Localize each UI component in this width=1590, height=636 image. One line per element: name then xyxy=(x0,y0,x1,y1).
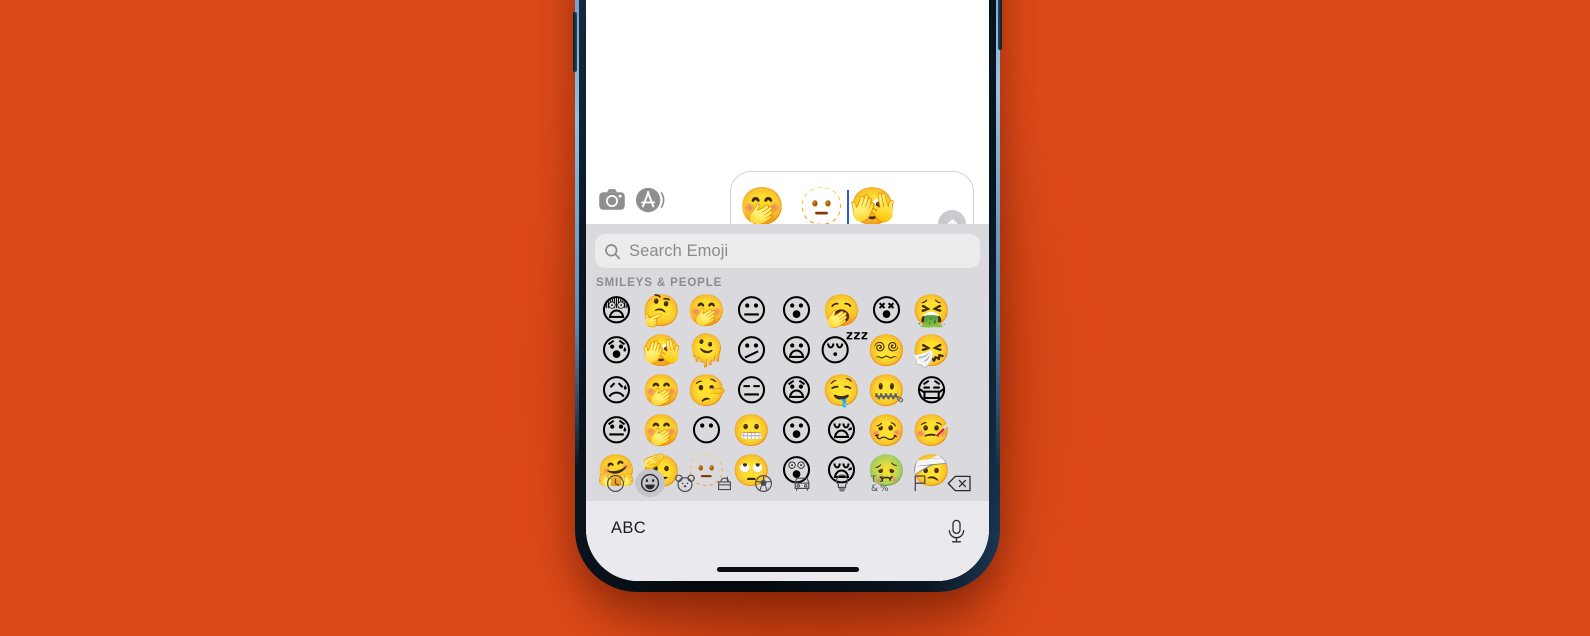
app-store-button[interactable] xyxy=(635,185,665,215)
emoji-button[interactable]: 😑 xyxy=(729,375,774,407)
device-right-rail xyxy=(996,0,1000,482)
composed-emoji-before-caret: 🤭 🫥 xyxy=(739,185,846,229)
emoji-section-header: SMILEYS & PEOPLE xyxy=(596,277,723,289)
device-left-rail xyxy=(575,0,579,482)
emoji-button[interactable]: 😪 xyxy=(819,415,864,447)
device-screen: 🤭 🫥 🫣 Search Emoji SMILEYS & PEOPLE 😨 🤔 … xyxy=(586,0,989,581)
lightbulb-icon xyxy=(835,474,848,492)
clock-icon xyxy=(607,474,625,492)
search-icon xyxy=(605,243,621,259)
emoji-category-bar: T ♪ & % xyxy=(586,465,989,501)
emoji-button[interactable]: 🤮 xyxy=(909,295,954,327)
emoji-keyboard: Search Emoji SMILEYS & PEOPLE 😨 🤔 🤭 😐 😮 … xyxy=(586,224,989,581)
category-flags[interactable] xyxy=(901,469,940,497)
emoji-button[interactable]: 😵‍💫 xyxy=(864,335,909,367)
svg-text:&: & xyxy=(871,484,878,493)
composed-emoji-after-caret: 🫣 xyxy=(849,185,897,229)
soccer-ball-icon xyxy=(754,474,772,492)
category-recent[interactable] xyxy=(596,469,635,497)
category-food-and-drink[interactable] xyxy=(704,469,743,497)
emoji-button[interactable]: 😧 xyxy=(774,375,819,407)
emoji-button[interactable]: 🤧 xyxy=(909,335,954,367)
category-objects[interactable] xyxy=(822,469,861,497)
emoji-button[interactable]: 😶 xyxy=(684,415,729,447)
backspace-icon xyxy=(947,475,971,491)
app-store-icon xyxy=(635,187,665,213)
emoji-button[interactable]: 😬 xyxy=(729,415,774,447)
emoji-button[interactable]: 🤔 xyxy=(639,295,684,327)
emoji-button[interactable]: 😥 xyxy=(594,375,639,407)
emoji-button[interactable]: 🤐 xyxy=(864,375,909,407)
food-icon xyxy=(717,475,731,490)
text-cursor xyxy=(846,189,849,228)
emoji-button[interactable]: 🥴 xyxy=(864,415,909,447)
emoji-button[interactable]: 😕 xyxy=(729,335,774,367)
delete-backspace-button[interactable] xyxy=(940,469,979,497)
flag-icon xyxy=(914,475,926,492)
emoji-button[interactable]: 😦 xyxy=(774,335,819,367)
home-indicator[interactable] xyxy=(716,567,859,572)
category-travel-and-places[interactable] xyxy=(783,469,822,497)
emoji-button[interactable]: 🤭 xyxy=(684,295,729,327)
category-activity[interactable] xyxy=(744,469,783,497)
emoji-row: 😨 🤔 🤭 😐 😮 🥱 😵 🤮 xyxy=(594,291,989,331)
emoji-button[interactable]: 😷 xyxy=(909,375,954,407)
microphone-icon[interactable] xyxy=(946,519,967,545)
emoji-button[interactable]: 🫣 xyxy=(639,335,684,367)
emoji-button[interactable]: 😴 xyxy=(819,335,869,367)
emoji-row: 😰 🫣 🫠 😕 😦 😴 😵‍💫 🤧 xyxy=(594,331,989,371)
emoji-button[interactable]: 🤒 xyxy=(909,415,954,447)
svg-text:%: % xyxy=(880,484,889,493)
emoji-button[interactable]: 😐 xyxy=(729,295,774,327)
emoji-row: 😥 🤭 🤥 😑 😧 🤤 🤐 😷 xyxy=(594,371,989,411)
emoji-button[interactable]: 😰 xyxy=(594,335,639,367)
emoji-button[interactable]: 🤥 xyxy=(684,375,729,407)
category-animals-and-nature[interactable] xyxy=(665,469,704,497)
emoji-button[interactable]: 🥱 xyxy=(819,295,864,327)
camera-button[interactable] xyxy=(597,185,627,215)
composed-message-content: 🤭 🫥 🫣 xyxy=(739,188,897,228)
emoji-button[interactable]: 😨 xyxy=(594,295,639,327)
emoji-button[interactable]: 😮 xyxy=(774,295,819,327)
emoji-grid: 😨 🤔 🤭 😐 😮 🥱 😵 🤮 😰 🫣 🫠 😕 😦 😴 xyxy=(586,291,989,491)
abc-keyboard-switch-button[interactable]: ABC xyxy=(611,519,646,538)
message-input-toolbar: 🤭 🫥 🫣 xyxy=(586,165,989,245)
emoji-search-placeholder: Search Emoji xyxy=(629,241,729,260)
emoji-search-field[interactable]: Search Emoji xyxy=(595,234,980,268)
emoji-button[interactable]: 😵 xyxy=(864,295,909,327)
emoji-button[interactable]: 🤭 xyxy=(639,375,684,407)
power-button[interactable] xyxy=(998,0,1002,50)
car-icon xyxy=(795,477,810,491)
iphone-device-frame: 🤭 🫥 🫣 Search Emoji SMILEYS & PEOPLE 😨 🤔 … xyxy=(573,0,1002,592)
symbols-icon: T ♪ & % xyxy=(870,475,889,493)
emoji-button[interactable]: 😮 xyxy=(774,415,819,447)
emoji-button[interactable]: 🤭 xyxy=(639,415,684,447)
emoji-button[interactable]: 🤤 xyxy=(819,375,864,407)
smiley-icon xyxy=(641,473,660,493)
volume-down-button[interactable] xyxy=(573,12,577,72)
emoji-button[interactable]: 🫠 xyxy=(684,335,729,367)
bear-icon xyxy=(675,474,695,492)
emoji-row: 😓 🤭 😶 😬 😮 😪 🥴 🤒 xyxy=(594,411,989,451)
category-symbols[interactable]: T ♪ & % xyxy=(861,469,900,497)
camera-icon xyxy=(599,189,625,210)
category-smileys-and-people[interactable] xyxy=(635,469,666,497)
emoji-button[interactable]: 😓 xyxy=(594,415,639,447)
